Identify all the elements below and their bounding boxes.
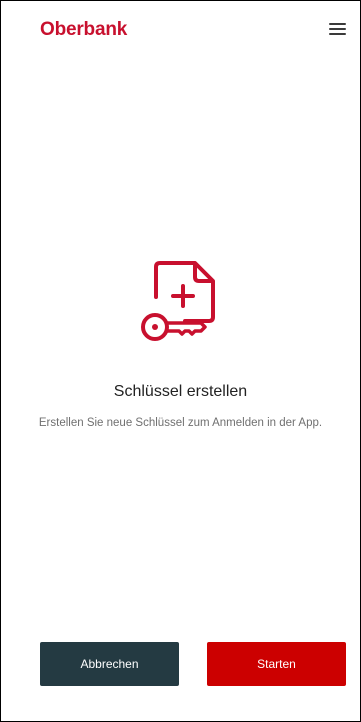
app-screen: Oberbank Schlüssel erstellen Erstellen S…: [0, 0, 361, 722]
document-key-add-icon: [140, 261, 215, 341]
hamburger-menu-icon[interactable]: [329, 23, 346, 37]
start-button[interactable]: Starten: [207, 642, 346, 686]
menu-line: [329, 23, 346, 25]
menu-line: [329, 33, 346, 35]
page-description: Erstellen Sie neue Schlüssel zum Anmelde…: [38, 417, 323, 429]
cancel-button[interactable]: Abbrechen: [40, 642, 179, 686]
create-key-panel: Schlüssel erstellen Erstellen Sie neue S…: [1, 257, 360, 429]
oberbank-logo: Oberbank: [40, 19, 128, 40]
menu-line: [329, 28, 346, 30]
app-bar: Oberbank: [1, 1, 360, 59]
page-title: Schlüssel erstellen: [113, 383, 248, 400]
